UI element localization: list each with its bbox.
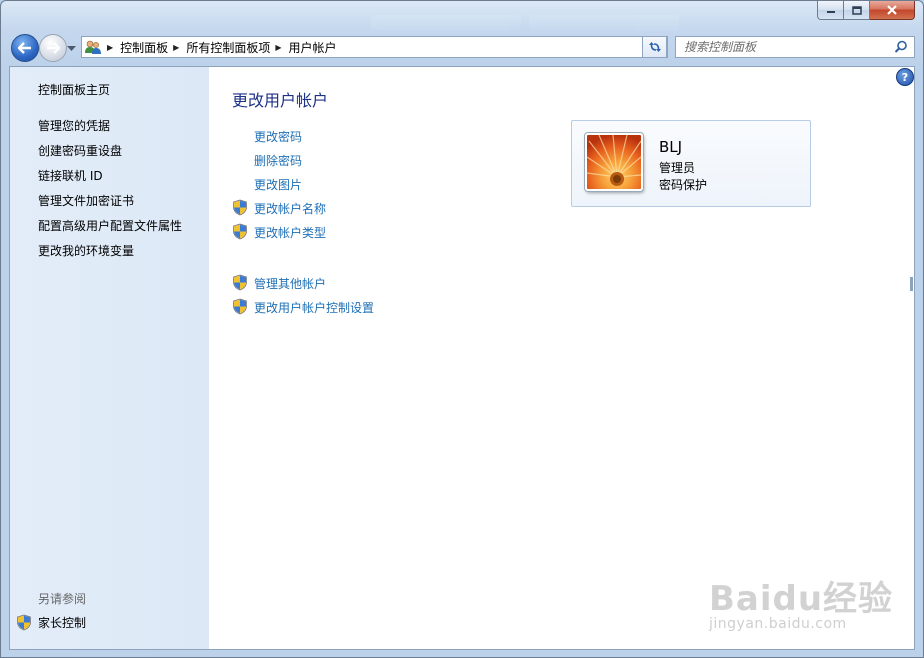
manage-other-accounts-link[interactable]: 管理其他帐户 (254, 275, 326, 292)
remove-password-link[interactable]: 删除密码 (254, 152, 302, 169)
uac-shield-icon (233, 199, 247, 216)
breadcrumb-separator[interactable]: ▶ (173, 43, 179, 52)
back-button[interactable] (11, 34, 39, 62)
minimize-button[interactable] (817, 1, 844, 20)
flower-picture-icon (587, 135, 641, 189)
account-role: 管理员 (659, 161, 696, 175)
change-account-name-link[interactable]: 更改帐户名称 (254, 200, 326, 217)
search-input[interactable] (684, 40, 884, 54)
sidebar-item-label: 家长控制 (38, 616, 87, 630)
sidebar-item-control-panel-home[interactable]: 控制面板主页 (38, 81, 110, 98)
close-icon (887, 5, 897, 15)
sidebar-item-link-online-id[interactable]: 链接联机 ID (38, 167, 103, 184)
arrow-left-icon (18, 42, 31, 54)
change-password-link[interactable]: 更改密码 (254, 128, 302, 145)
users-icon (84, 39, 102, 55)
breadcrumb-control-panel[interactable]: 控制面板 (120, 39, 168, 56)
sidebar-item-password-reset-disk[interactable]: 创建密码重设盘 (38, 142, 122, 159)
sidebar-item-advanced-profile-properties[interactable]: 配置高级用户配置文件属性 (38, 217, 182, 234)
account-name: BLJ (659, 138, 683, 156)
search-box[interactable] (675, 36, 915, 58)
sidebar-item-parental-controls[interactable]: 家长控制 (16, 614, 86, 631)
control-panel-window: ▶ 控制面板 ▶ 所有控制面板项 ▶ 用户帐户 控制面板主页 (0, 0, 924, 658)
search-icon[interactable] (894, 40, 908, 54)
change-picture-link[interactable]: 更改图片 (254, 176, 302, 193)
breadcrumb-user-accounts[interactable]: 用户帐户 (289, 39, 337, 56)
content-pane: 控制面板主页 管理您的凭据 创建密码重设盘 链接联机 ID 管理文件加密证书 配… (9, 66, 915, 650)
maximize-button[interactable] (844, 1, 870, 20)
watermark-logo: Baidu经验 (709, 579, 894, 619)
arrow-right-icon (47, 42, 60, 54)
account-card: BLJ 管理员 密码保护 (571, 120, 811, 207)
help-icon[interactable]: ? (896, 68, 914, 86)
sidebar-item-encryption-certificates[interactable]: 管理文件加密证书 (38, 192, 134, 209)
uac-shield-icon (17, 614, 31, 631)
see-also-heading: 另请参阅 (38, 592, 87, 606)
uac-shield-icon (233, 298, 247, 315)
uac-settings-link[interactable]: 更改用户帐户控制设置 (254, 299, 374, 316)
account-password-status: 密码保护 (659, 178, 708, 192)
minimize-icon (826, 11, 835, 13)
main-panel: 更改用户帐户 更改密码 删除密码 更改图片 更改帐户名称 更改帐户类型 管理其他… (209, 67, 914, 649)
avatar[interactable] (585, 133, 643, 191)
watermark: Baidu经验 jingyan.baidu.com (709, 571, 893, 632)
background-window-titles (371, 15, 679, 31)
recent-pages-button[interactable] (67, 41, 76, 55)
refresh-icon (648, 42, 661, 52)
chevron-down-icon (67, 46, 76, 51)
page-title: 更改用户帐户 (232, 91, 329, 110)
breadcrumb-all-items[interactable]: 所有控制面板项 (186, 39, 270, 56)
maximize-icon (851, 5, 862, 15)
task-sidebar: 控制面板主页 管理您的凭据 创建密码重设盘 链接联机 ID 管理文件加密证书 配… (10, 67, 209, 649)
refresh-button[interactable] (642, 36, 667, 58)
change-account-type-link[interactable]: 更改帐户类型 (254, 224, 326, 241)
sidebar-item-environment-variables[interactable]: 更改我的环境变量 (38, 242, 134, 259)
resize-grip[interactable] (910, 277, 913, 291)
uac-shield-icon (233, 223, 247, 240)
address-bar[interactable]: ▶ 控制面板 ▶ 所有控制面板项 ▶ 用户帐户 (81, 36, 668, 58)
caption-buttons (817, 1, 915, 20)
uac-shield-icon (233, 274, 247, 291)
close-button[interactable] (870, 1, 915, 20)
breadcrumb-separator[interactable]: ▶ (275, 43, 281, 52)
breadcrumb-separator[interactable]: ▶ (107, 43, 113, 52)
navigation-bar: ▶ 控制面板 ▶ 所有控制面板项 ▶ 用户帐户 (1, 31, 923, 63)
forward-button[interactable] (39, 34, 67, 62)
sidebar-item-manage-credentials[interactable]: 管理您的凭据 (38, 117, 110, 134)
